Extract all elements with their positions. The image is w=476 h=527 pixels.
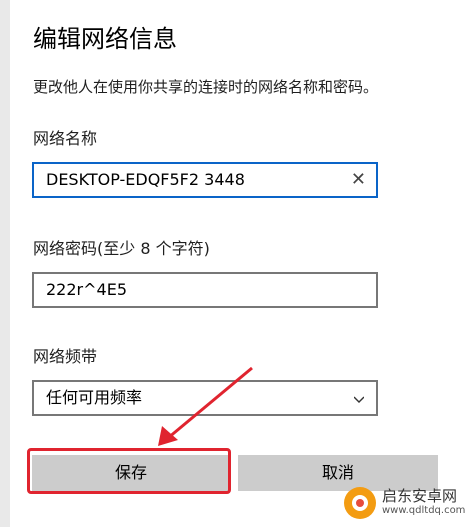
- edit-network-dialog: 编辑网络信息 更改他人在使用你共享的连接时的网络名称和密码。 网络名称 DESK…: [10, 0, 476, 527]
- clear-icon[interactable]: ✕: [351, 164, 366, 196]
- password-field[interactable]: 222r^4E5: [32, 272, 378, 308]
- dialog-description: 更改他人在使用你共享的连接时的网络名称和密码。: [33, 78, 379, 96]
- watermark: 启东安卓网 www.qdltdq.com: [342, 483, 472, 523]
- dialog-title: 编辑网络信息: [33, 25, 177, 53]
- watermark-logo-icon: [344, 487, 376, 519]
- network-name-value: DESKTOP-EDQF5F2 3448: [46, 170, 245, 189]
- background-window-edge: [0, 0, 10, 527]
- password-label: 网络密码(至少 8 个字符): [33, 239, 210, 258]
- band-value: 任何可用频率: [46, 388, 143, 407]
- save-highlight-box: [27, 448, 231, 494]
- watermark-text: 启东安卓网: [382, 487, 458, 505]
- network-name-field[interactable]: DESKTOP-EDQF5F2 3448 ✕: [32, 162, 378, 198]
- red-arrow-icon: [158, 366, 253, 446]
- chevron-down-icon: [354, 396, 364, 403]
- watermark-url: www.qdltdq.com: [382, 505, 466, 516]
- network-name-label: 网络名称: [33, 129, 98, 148]
- band-label: 网络频带: [33, 347, 98, 366]
- password-value: 222r^4E5: [46, 280, 127, 299]
